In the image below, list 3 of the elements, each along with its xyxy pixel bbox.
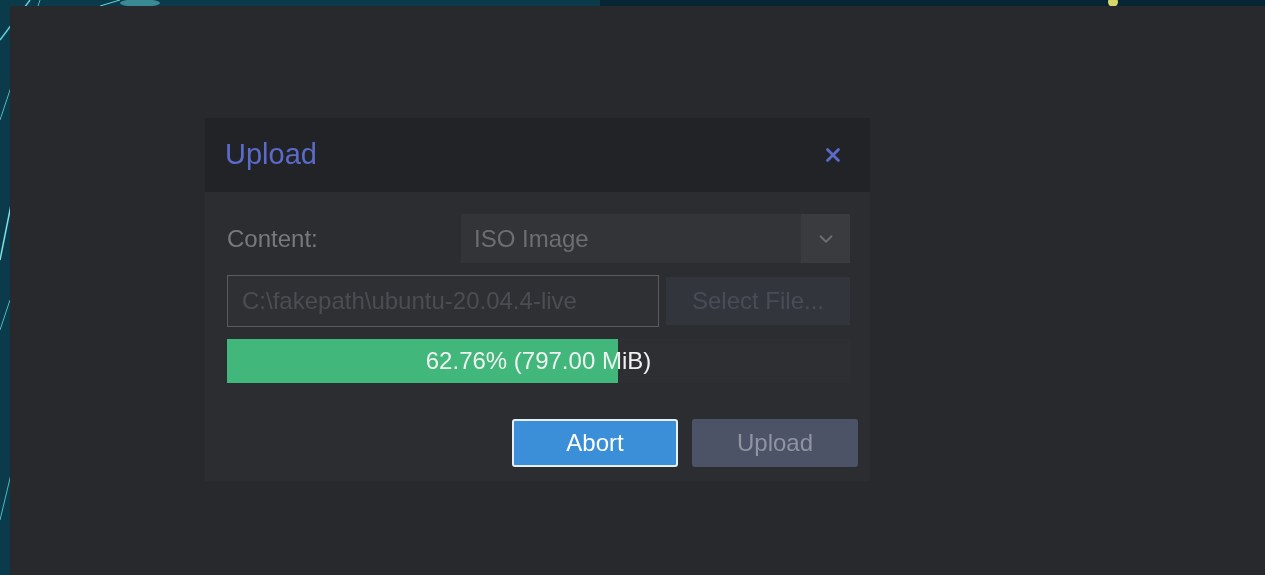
abort-button[interactable]: Abort bbox=[512, 419, 678, 467]
content-label: Content: bbox=[227, 223, 319, 254]
dialog-title: Upload bbox=[225, 137, 317, 173]
